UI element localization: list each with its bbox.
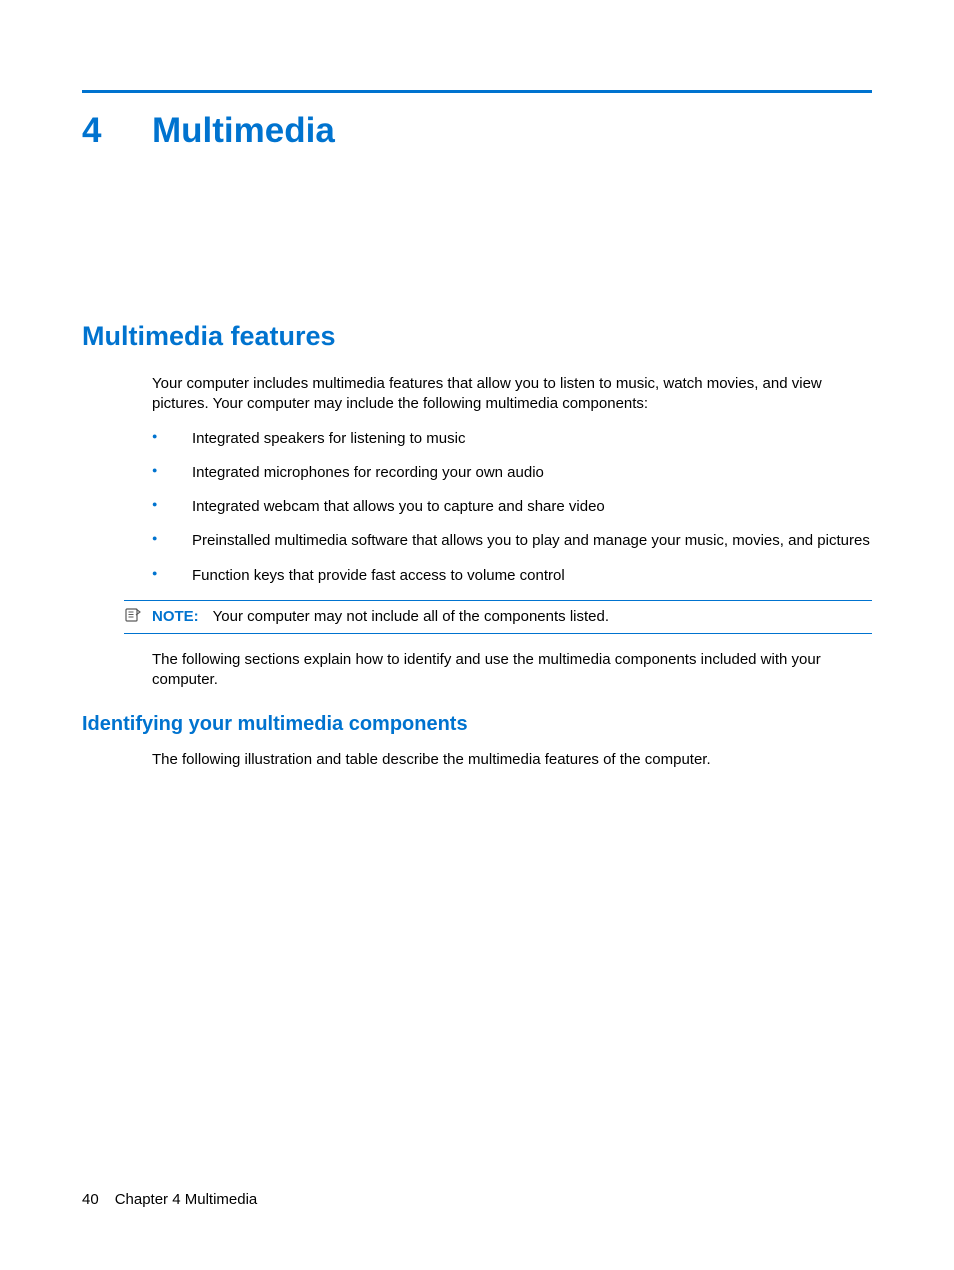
page-footer: 40 Chapter 4 Multimedia [82,1191,257,1208]
subsection-text: The following illustration and table des… [152,750,872,770]
section-after-note: The following sections explain how to id… [152,650,872,691]
list-item: Preinstalled multimedia software that al… [152,531,872,551]
list-item: Function keys that provide fast access t… [152,566,872,586]
subsection-heading: Identifying your multimedia components [82,713,872,736]
page-content: 4 Multimedia Multimedia features Your co… [0,0,954,770]
note-label: NOTE: [152,608,199,625]
list-item: Integrated webcam that allows you to cap… [152,497,872,517]
note-icon [124,607,152,627]
chapter-number: 4 [82,111,152,151]
note-text: Your computer may not include all of the… [213,608,609,625]
note-box: NOTE: Your computer may not include all o… [124,600,872,634]
note-content: NOTE: Your computer may not include all o… [152,607,609,627]
top-rule [82,90,872,93]
section-heading: Multimedia features [82,321,872,352]
section-intro: Your computer includes multimedia featur… [152,374,872,415]
footer-page-number: 40 [82,1191,99,1208]
list-item: Integrated microphones for recording you… [152,463,872,483]
list-item: Integrated speakers for listening to mus… [152,429,872,449]
bullet-list: Integrated speakers for listening to mus… [152,429,872,586]
chapter-heading: 4 Multimedia [82,111,872,151]
chapter-title: Multimedia [152,111,335,151]
footer-label: Chapter 4 Multimedia [115,1191,258,1208]
